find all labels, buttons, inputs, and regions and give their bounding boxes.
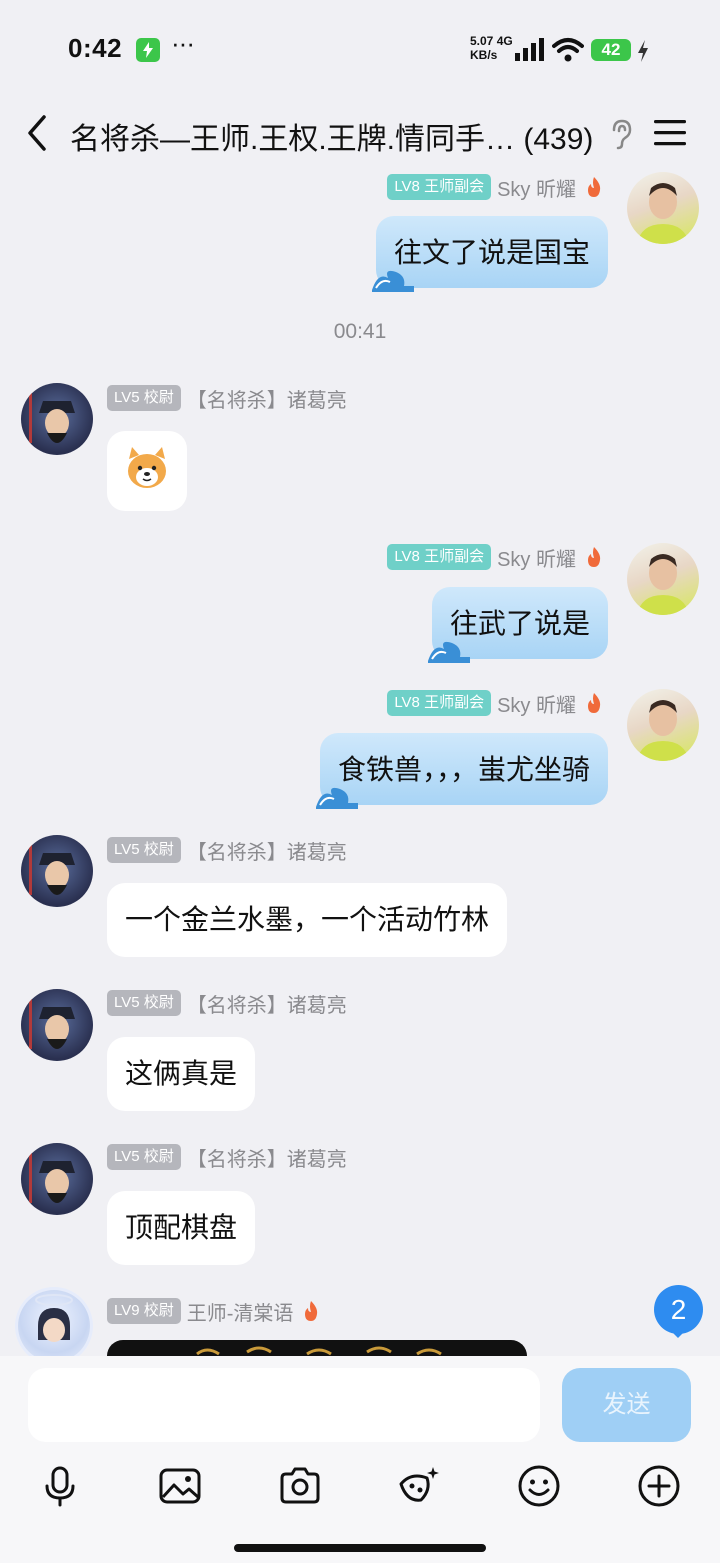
member-count: (439) (523, 123, 594, 156)
level-badge: LV5 校尉 (107, 1144, 181, 1170)
menu-icon[interactable] (653, 118, 687, 148)
sender-name: Sky 昕耀 (497, 694, 576, 717)
level-badge: LV9 校尉 (107, 1298, 181, 1324)
image-icon[interactable] (158, 1464, 202, 1508)
battery-level: 42 (591, 39, 631, 61)
network-speed: 5.07 4G KB/s (470, 34, 513, 62)
message-bubble[interactable]: 一个金兰水墨，一个活动竹林 (107, 883, 508, 957)
level-badge: LV5 校尉 (107, 837, 181, 863)
sender-name: 【名将杀】诸葛亮 (186, 1148, 347, 1171)
message-bubble[interactable]: 食铁兽，，，蚩尤坐骑 (315, 733, 608, 809)
flame-icon (588, 547, 601, 567)
emoji-icon[interactable] (517, 1464, 561, 1508)
sender-meta: LV5 校尉 【名将杀】诸葛亮 (107, 837, 347, 864)
dog-sticker-icon (128, 447, 166, 488)
magic-icon[interactable] (397, 1464, 441, 1508)
avatar[interactable] (18, 1290, 90, 1362)
plus-icon[interactable] (637, 1464, 681, 1508)
wave-decoration-icon (315, 787, 358, 809)
sender-name: 【名将杀】诸葛亮 (186, 994, 347, 1017)
charging-bolt-icon (638, 40, 648, 62)
signal-icon (515, 38, 544, 61)
level-badge: LV8 王师副会 (387, 544, 492, 570)
level-badge: LV8 王师副会 (387, 690, 492, 716)
sender-name: 【名将杀】诸葛亮 (186, 389, 347, 412)
badge-pointer-icon (668, 1328, 688, 1338)
status-time: 0:42 (68, 33, 123, 63)
message-bubble[interactable]: 这俩真是 (107, 1037, 256, 1111)
message-bubble[interactable]: 往文了说是国宝 (371, 216, 608, 292)
avatar[interactable] (627, 543, 699, 615)
sender-name: 王师-清棠语 (186, 1302, 294, 1325)
avatar[interactable] (627, 172, 699, 244)
sticker-message[interactable] (107, 431, 187, 511)
sender-meta: LV5 校尉 【名将杀】诸葛亮 (107, 1144, 347, 1171)
sender-meta: LV5 校尉 【名将杀】诸葛亮 (107, 990, 347, 1017)
camera-icon[interactable] (278, 1464, 322, 1508)
send-button[interactable]: 发送 (562, 1368, 691, 1442)
more-notifications-icon: ··· (171, 28, 195, 58)
sender-meta: LV8 王师副会 Sky 昕耀 (387, 544, 604, 571)
level-badge: LV8 王师副会 (387, 174, 492, 200)
sender-name: Sky 昕耀 (497, 548, 576, 571)
sender-meta: LV8 王师副会 Sky 昕耀 (387, 690, 604, 717)
group-title[interactable]: 名将杀—王师.王权.王牌.情同手… (439) (70, 114, 593, 158)
ear-icon[interactable] (610, 118, 632, 150)
home-indicator[interactable] (234, 1544, 486, 1552)
avatar[interactable] (21, 383, 93, 455)
flame-icon (588, 693, 601, 713)
message-input[interactable] (28, 1368, 540, 1442)
unread-count-badge[interactable]: 2 (654, 1285, 703, 1334)
wifi-icon (552, 38, 584, 62)
wave-decoration-icon (371, 270, 414, 292)
level-badge: LV5 校尉 (107, 990, 181, 1016)
avatar[interactable] (627, 689, 699, 761)
sender-meta: LV9 校尉 王师-清棠语 (107, 1298, 321, 1325)
flame-icon (588, 177, 601, 197)
wave-decoration-icon (427, 641, 470, 663)
sender-name: Sky 昕耀 (497, 178, 576, 201)
sender-name: 【名将杀】诸葛亮 (186, 841, 347, 864)
avatar[interactable] (21, 835, 93, 907)
sender-meta: LV5 校尉 【名将杀】诸葛亮 (107, 385, 347, 412)
flame-icon (305, 1301, 318, 1321)
message-bubble[interactable]: 顶配棋盘 (107, 1191, 256, 1265)
level-badge: LV5 校尉 (107, 385, 181, 411)
microphone-icon[interactable] (38, 1464, 82, 1508)
group-name: 名将杀—王师.王权.王牌.情同手… (70, 123, 516, 156)
avatar[interactable] (21, 989, 93, 1061)
back-icon[interactable] (22, 113, 54, 153)
avatar[interactable] (21, 1143, 93, 1215)
charging-app-icon (136, 38, 160, 62)
timestamp: 00:41 (333, 320, 387, 343)
message-bubble[interactable]: 往武了说是 (427, 587, 608, 663)
sender-meta: LV8 王师副会 Sky 昕耀 (387, 174, 604, 201)
